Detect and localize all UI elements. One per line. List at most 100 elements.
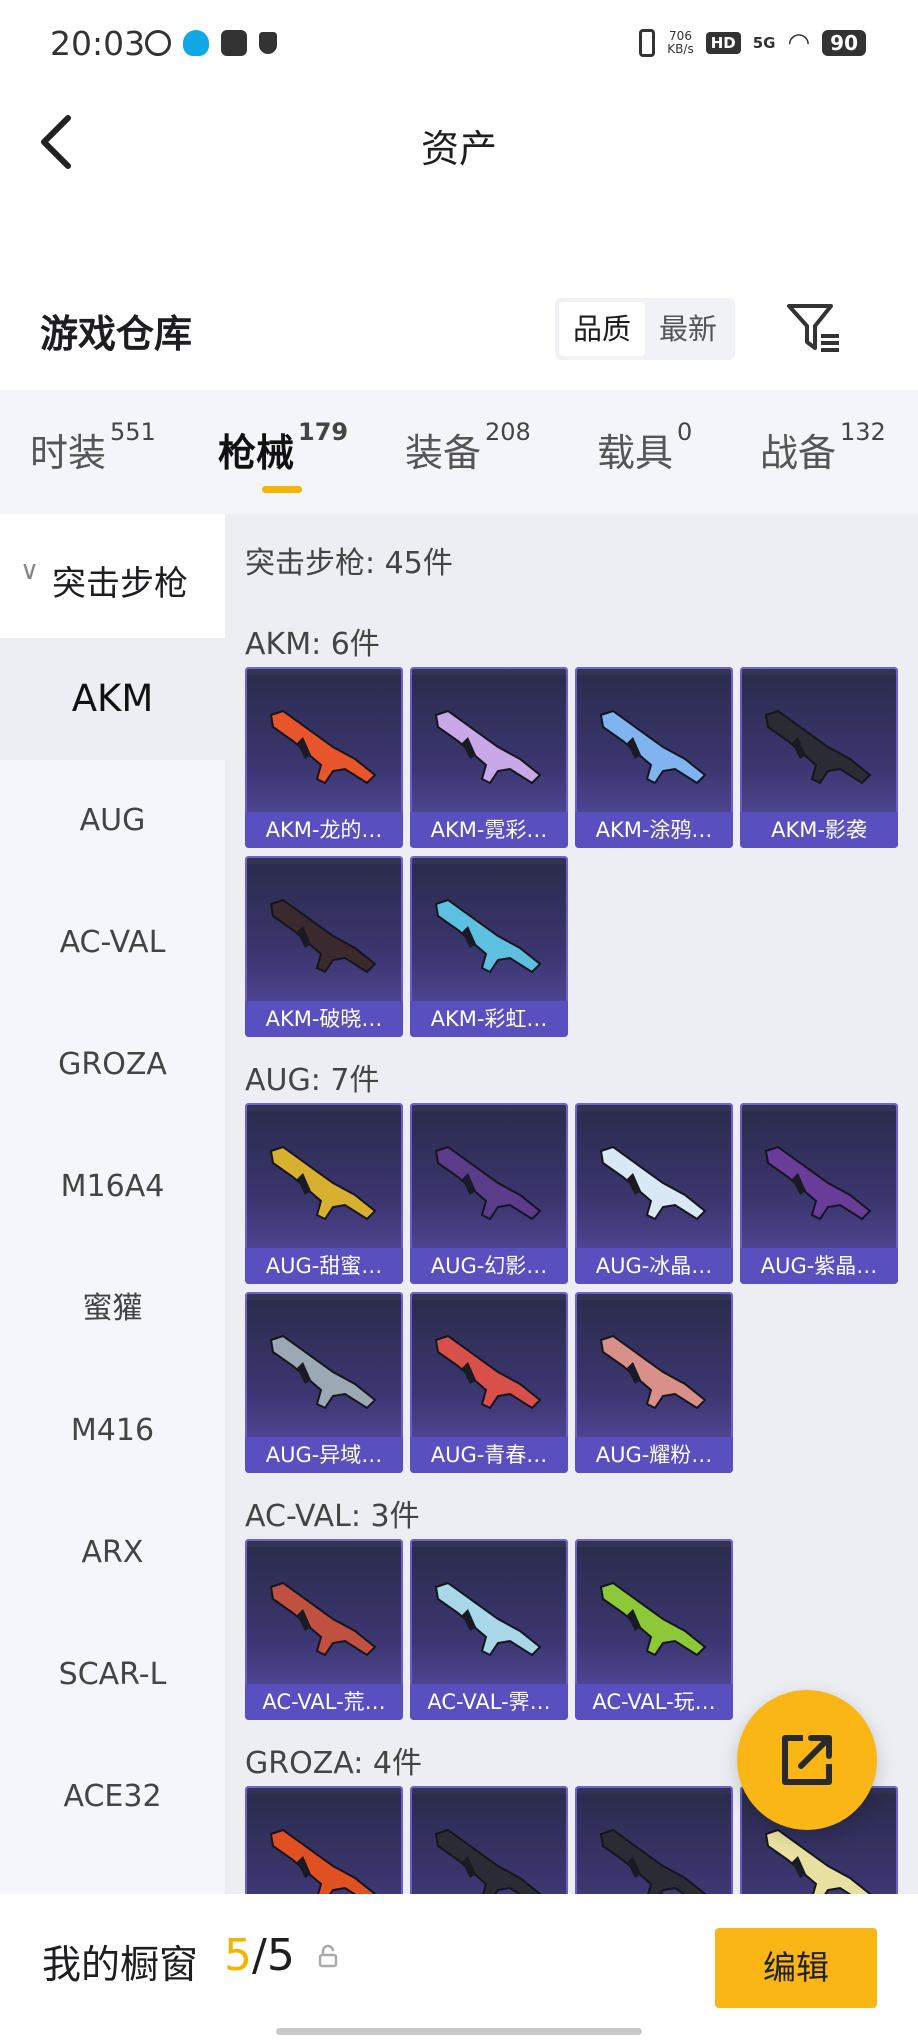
message-icon xyxy=(221,30,247,56)
tab-fashion[interactable]: 时装 551 xyxy=(30,418,156,477)
weapon-card[interactable]: AKM-影袭 xyxy=(740,667,898,848)
card-stripe xyxy=(575,667,733,675)
sidebar-item[interactable]: M416 xyxy=(0,1370,225,1492)
rifle-icon xyxy=(599,709,707,785)
showcase-count-sep: / xyxy=(252,1930,267,1981)
signal-5g-icon: 5G xyxy=(752,34,776,52)
tab-vehicles[interactable]: 载具 0 xyxy=(597,418,692,477)
tab-label: 载具 xyxy=(597,431,674,475)
warehouse-title: 游戏仓库 xyxy=(40,312,193,356)
weapon-card[interactable] xyxy=(245,1786,403,1894)
category-tabs: 时装 551 枪械 179 装备 208 载具 0 战备 132 xyxy=(0,390,918,514)
card-stripe xyxy=(410,856,568,864)
weapon-card[interactable]: AUG-甜蜜… xyxy=(245,1103,403,1284)
weapon-name: AC-VAL-玩… xyxy=(575,1684,733,1720)
sidebar-category-assault-rifles[interactable]: ∨ 突击步枪 xyxy=(0,514,225,638)
weapon-name: AKM-彩虹… xyxy=(410,1001,568,1037)
wifi-icon: ◠ xyxy=(787,28,811,58)
weapon-name: AKM-影袭 xyxy=(740,812,898,848)
sidebar-item[interactable]: GROZA xyxy=(0,1004,225,1126)
weapon-card[interactable]: AKM-霓彩… xyxy=(410,667,568,848)
rifle-icon xyxy=(269,1828,377,1894)
card-stripe xyxy=(575,1292,733,1300)
rifle-icon xyxy=(269,1334,377,1410)
sidebar-item[interactable]: SCAR-L xyxy=(0,1614,225,1736)
weapon-name: AC-VAL-霁… xyxy=(410,1684,568,1720)
tab-count: 208 xyxy=(485,418,531,446)
weapon-name: AUG-幻影… xyxy=(410,1248,568,1284)
share-button[interactable] xyxy=(737,1690,877,1830)
chevron-down-icon: ∨ xyxy=(20,556,40,586)
card-stripe xyxy=(410,1292,568,1300)
hd-icon: HD xyxy=(705,32,741,54)
weapon-card[interactable]: AKM-龙的… xyxy=(245,667,403,848)
weapon-card[interactable]: AC-VAL-玩… xyxy=(575,1539,733,1720)
sidebar-item[interactable]: AKM xyxy=(0,638,225,760)
showcase-label: 我的橱窗 xyxy=(42,1943,199,1988)
sort-newest-option[interactable]: 最新 xyxy=(645,302,731,356)
rifle-icon xyxy=(599,1145,707,1221)
sidebar-item[interactable]: AUG xyxy=(0,760,225,882)
edit-button[interactable]: 编辑 xyxy=(715,1928,877,2008)
weapon-card[interactable]: AKM-涂鸦… xyxy=(575,667,733,848)
weapon-name: AKM-龙的… xyxy=(245,812,403,848)
rifle-icon xyxy=(764,1145,872,1221)
weapon-card[interactable] xyxy=(410,1786,568,1894)
weapon-card[interactable]: AUG-异域… xyxy=(245,1292,403,1473)
rifle-icon xyxy=(434,1581,542,1657)
filter-button[interactable] xyxy=(785,300,843,356)
rifle-icon xyxy=(269,1145,377,1221)
rifle-icon xyxy=(599,1334,707,1410)
weapon-name: AUG-异域… xyxy=(245,1437,403,1473)
sidebar-item[interactable]: 蜜獾 xyxy=(0,1248,225,1370)
sidebar-category-label: 突击步枪 xyxy=(52,564,188,604)
weapon-name: AUG-青春… xyxy=(410,1437,568,1473)
card-stripe xyxy=(245,1292,403,1300)
rifle-icon xyxy=(434,1828,542,1894)
rifle-icon xyxy=(269,1581,377,1657)
weapon-card[interactable] xyxy=(575,1786,733,1894)
weapon-card[interactable]: AKM-彩虹… xyxy=(410,856,568,1037)
weapon-card[interactable]: AUG-耀粉… xyxy=(575,1292,733,1473)
qq-icon xyxy=(183,30,209,56)
home-indicator xyxy=(276,2028,642,2035)
weapon-card[interactable]: AUG-幻影… xyxy=(410,1103,568,1284)
weapon-card[interactable]: AC-VAL-霁… xyxy=(410,1539,568,1720)
tab-equipment[interactable]: 装备 208 xyxy=(405,418,531,477)
showcase-bar: 我的橱窗 5/5 编辑 xyxy=(0,1894,918,2040)
weapon-name: AUG-冰晶… xyxy=(575,1248,733,1284)
weapon-name: AUG-紫晶… xyxy=(740,1248,898,1284)
sidebar-item[interactable]: M16A4 xyxy=(0,1126,225,1248)
sort-quality-option[interactable]: 品质 xyxy=(559,302,646,356)
tab-count: 132 xyxy=(840,418,886,446)
rifle-icon xyxy=(434,1145,542,1221)
weapon-card[interactable]: AKM-破晓… xyxy=(245,856,403,1037)
card-stripe xyxy=(740,1103,898,1111)
card-stripe xyxy=(575,1786,733,1794)
weapon-grid: 突击步枪: 45件 AKM: 6件 AKM-龙的… AKM-霓彩… AKM-涂鸦… AK… xyxy=(225,514,918,1894)
weapon-name: AUG-甜蜜… xyxy=(245,1248,403,1284)
sidebar-item[interactable]: ACE32 xyxy=(0,1736,225,1858)
sidebar-item[interactable]: ARX xyxy=(0,1492,225,1614)
active-tab-indicator xyxy=(262,486,302,493)
tab-label: 战备 xyxy=(760,431,837,475)
card-stripe xyxy=(410,1539,568,1547)
tab-guns[interactable]: 枪械 179 xyxy=(218,418,348,477)
group-heading: AUG: 7件 xyxy=(245,1063,380,1098)
sidebar-item[interactable]: AC-VAL xyxy=(0,882,225,1004)
weapon-name: AKM-霓彩… xyxy=(410,812,568,848)
tab-supplies[interactable]: 战备 132 xyxy=(760,418,886,477)
sort-toggle: 品质 最新 xyxy=(555,298,736,360)
tab-count: 551 xyxy=(110,418,156,446)
showcase-count: 5/5 xyxy=(224,1930,295,1981)
weapon-card[interactable]: AUG-紫晶… xyxy=(740,1103,898,1284)
weapon-card[interactable]: AUG-青春… xyxy=(410,1292,568,1473)
card-stripe xyxy=(740,667,898,675)
showcase-count-total: 5 xyxy=(266,1930,295,1981)
weapon-card[interactable]: AUG-冰晶… xyxy=(575,1103,733,1284)
weapon-name: AKM-破晓… xyxy=(245,1001,403,1037)
tab-count: 0 xyxy=(677,418,693,446)
battery-icon: 90 xyxy=(822,30,866,56)
rifle-icon xyxy=(764,709,872,785)
weapon-card[interactable]: AC-VAL-荒… xyxy=(245,1539,403,1720)
